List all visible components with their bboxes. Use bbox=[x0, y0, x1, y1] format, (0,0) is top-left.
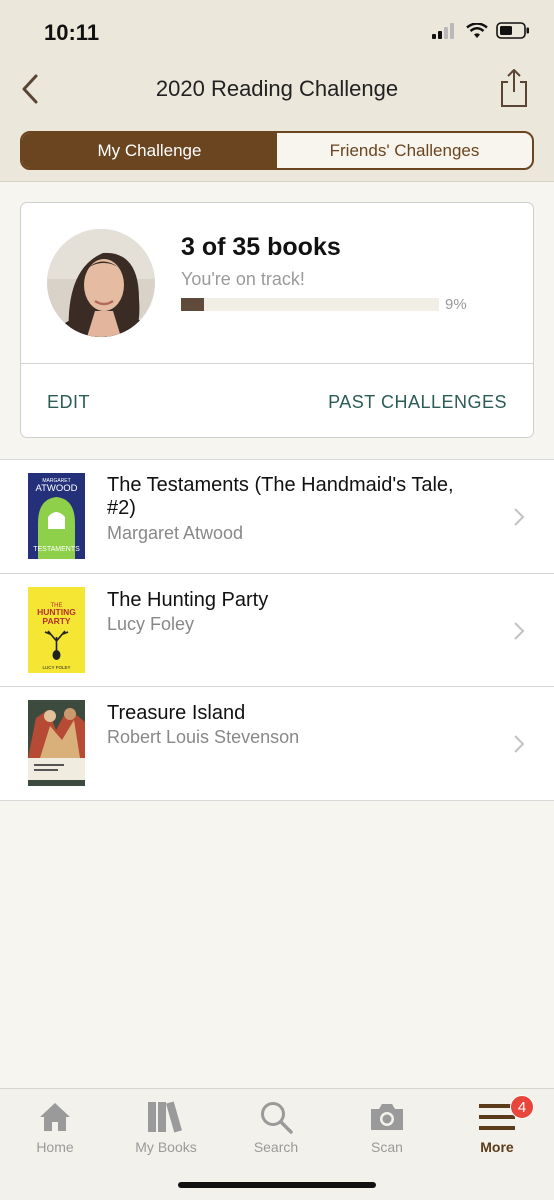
tab-search-label: Search bbox=[253, 1139, 299, 1155]
book-row-testaments[interactable]: MARGARET ATWOOD TESTAMENTS The Testament… bbox=[0, 460, 554, 574]
chevron-right-icon bbox=[514, 622, 525, 640]
svg-text:LUCY FOLEY: LUCY FOLEY bbox=[43, 665, 71, 670]
avatar bbox=[47, 229, 155, 337]
home-indicator bbox=[178, 1182, 376, 1188]
book-author: Lucy Foley bbox=[107, 614, 195, 634]
edit-button[interactable]: EDIT bbox=[47, 392, 90, 413]
chevron-right-icon bbox=[514, 735, 525, 753]
book-list: MARGARET ATWOOD TESTAMENTS The Testament… bbox=[0, 459, 554, 801]
book-title: The Testaments (The Handmaid's Tale, #2) bbox=[107, 474, 454, 519]
status-time: 10:11 bbox=[44, 20, 100, 45]
nav-bar: 2020 Reading Challenge bbox=[0, 62, 554, 118]
tab-home-label: Home bbox=[36, 1139, 74, 1155]
notification-badge: 4 bbox=[510, 1095, 534, 1119]
book-author: Robert Louis Stevenson bbox=[107, 727, 300, 747]
tab-more-label: More bbox=[480, 1139, 514, 1155]
chevron-right-icon bbox=[514, 508, 525, 526]
track-status: You're on track! bbox=[181, 269, 305, 289]
progress-percent: 9% bbox=[445, 296, 467, 313]
tab-home[interactable]: Home bbox=[0, 1097, 110, 1155]
progress-fill bbox=[181, 298, 205, 311]
tab-my-books[interactable]: My Books bbox=[111, 1097, 221, 1155]
book-title: Treasure Island bbox=[107, 702, 246, 724]
books-count: 3 of 35 books bbox=[181, 233, 341, 261]
home-icon bbox=[40, 1103, 70, 1131]
book-cover: THE HUNTING PARTY LUCY FOLEY bbox=[28, 587, 85, 673]
signal-icon bbox=[432, 22, 454, 39]
tab-friends-challenges[interactable]: Friends' Challenges bbox=[277, 133, 532, 168]
tab-scan-label: Scan bbox=[371, 1139, 403, 1155]
tab-scan[interactable]: Scan bbox=[332, 1097, 442, 1155]
book-title: The Hunting Party bbox=[107, 589, 269, 611]
book-author: Margaret Atwood bbox=[107, 523, 244, 543]
share-button[interactable] bbox=[498, 68, 530, 108]
books-icon bbox=[148, 1101, 182, 1133]
status-bar: 10:11 bbox=[0, 0, 554, 62]
challenge-card: 3 of 35 books You're on track! 9% EDIT P… bbox=[20, 202, 534, 438]
svg-text:ATWOOD: ATWOOD bbox=[35, 483, 77, 494]
book-row-treasure-island[interactable]: Treasure Island Robert Louis Stevenson bbox=[0, 687, 554, 801]
camera-icon bbox=[371, 1104, 403, 1130]
card-divider bbox=[21, 363, 533, 364]
page-title: 2020 Reading Challenge bbox=[155, 76, 399, 101]
status-icons bbox=[432, 22, 530, 39]
book-row-hunting-party[interactable]: THE HUNTING PARTY LUCY FOLEY The Hunting… bbox=[0, 574, 554, 687]
svg-text:PARTY: PARTY bbox=[42, 616, 71, 626]
progress-bar bbox=[181, 298, 439, 311]
book-cover: MARGARET ATWOOD TESTAMENTS bbox=[28, 473, 85, 559]
wifi-icon bbox=[466, 22, 488, 38]
search-icon bbox=[261, 1102, 293, 1134]
tab-more[interactable]: 4 More bbox=[442, 1095, 552, 1155]
tab-search[interactable]: Search bbox=[221, 1097, 331, 1155]
share-icon bbox=[501, 69, 527, 107]
battery-icon bbox=[496, 22, 529, 39]
segment-area: My Challenge Friends' Challenges bbox=[0, 118, 554, 182]
book-cover bbox=[28, 700, 85, 786]
tab-my-books-label: My Books bbox=[135, 1139, 197, 1155]
past-challenges-button[interactable]: PAST CHALLENGES bbox=[328, 392, 507, 413]
svg-text:TESTAMENTS: TESTAMENTS bbox=[33, 546, 80, 553]
challenge-segmented-control: My Challenge Friends' Challenges bbox=[20, 131, 534, 170]
tab-my-challenge[interactable]: My Challenge bbox=[22, 133, 277, 168]
